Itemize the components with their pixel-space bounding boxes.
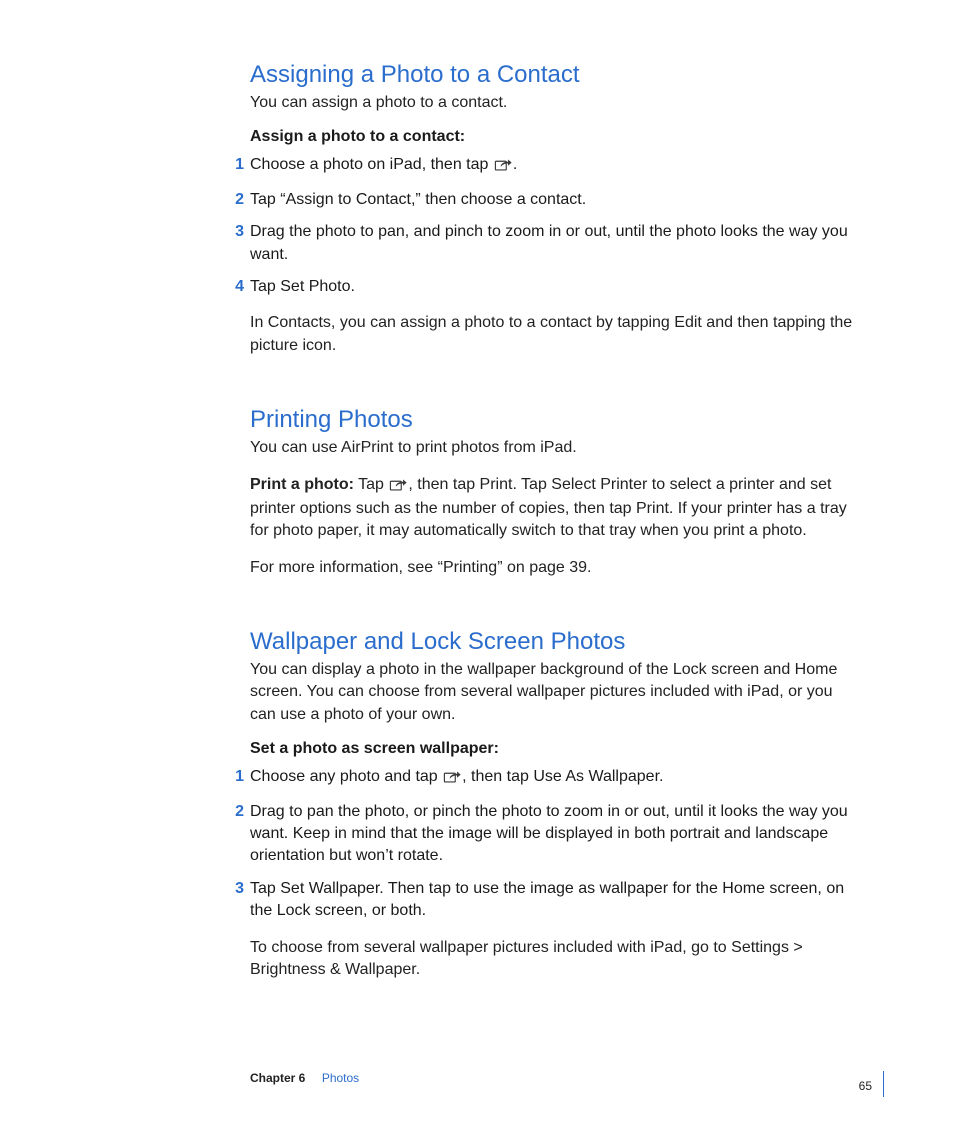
content-area: Assigning a Photo to a Contact You can a… [250,60,854,995]
footer-rule [883,1071,884,1097]
list-item: Tap Set Wallpaper. Then tap to use the i… [250,878,854,923]
footer-chapter-label: Chapter 6 [250,1071,305,1085]
heading-printing: Printing Photos [250,405,854,435]
paragraph-more-info: For more information, see “Printing” on … [250,557,854,579]
heading-wallpaper: Wallpaper and Lock Screen Photos [250,627,854,657]
step-text: Choose a photo on iPad, then tap [250,156,493,173]
subhead-assign-contact: Assign a photo to a contact: [250,128,854,146]
document-page: Assigning a Photo to a Contact You can a… [0,0,954,1145]
list-item: Drag to pan the photo, or pinch the phot… [250,801,854,868]
intro-printing: You can use AirPrint to print photos fro… [250,437,854,459]
subhead-set-wallpaper: Set a photo as screen wallpaper: [250,740,854,758]
list-item: Tap “Assign to Contact,” then choose a c… [250,189,854,211]
intro-wallpaper: You can display a photo in the wallpaper… [250,659,854,726]
intro-assigning: You can assign a photo to a contact. [250,92,854,114]
step-text: Choose any photo and tap [250,768,442,785]
list-item: Choose a photo on iPad, then tap . [250,154,854,178]
print-lead: Print a photo: [250,476,354,493]
share-icon [443,768,461,790]
steps-set-wallpaper: Choose any photo and tap , then tap Use … [250,766,854,922]
footer-inner: Chapter 6 Photos [250,1069,874,1093]
step-text: , then tap Use As Wallpaper. [462,768,663,785]
section-assigning-photo: Assigning a Photo to a Contact You can a… [250,60,854,357]
section-printing: Printing Photos You can use AirPrint to … [250,405,854,579]
paragraph: To choose from several wallpaper picture… [250,937,854,982]
footer-section-title: Photos [322,1071,359,1085]
footer-chapter: Chapter 6 [250,1071,305,1085]
section-wallpaper: Wallpaper and Lock Screen Photos You can… [250,627,854,981]
paragraph-print-photo: Print a photo: Tap , then tap Print. Tap… [250,474,854,543]
heading-assigning: Assigning a Photo to a Contact [250,60,854,90]
share-icon [389,476,407,498]
steps-assign-contact: Choose a photo on iPad, then tap . Tap “… [250,154,854,298]
print-pre: Tap [354,476,388,493]
list-item: Choose any photo and tap , then tap Use … [250,766,854,790]
list-item: Drag the photo to pan, and pinch to zoom… [250,221,854,266]
paragraph: In Contacts, you can assign a photo to a… [250,312,854,357]
step-text: . [513,156,517,173]
share-icon [494,156,512,178]
footer-page-number: 65 [859,1079,872,1093]
page-footer: Chapter 6 Photos [0,1069,954,1093]
list-item: Tap Set Photo. [250,276,854,298]
